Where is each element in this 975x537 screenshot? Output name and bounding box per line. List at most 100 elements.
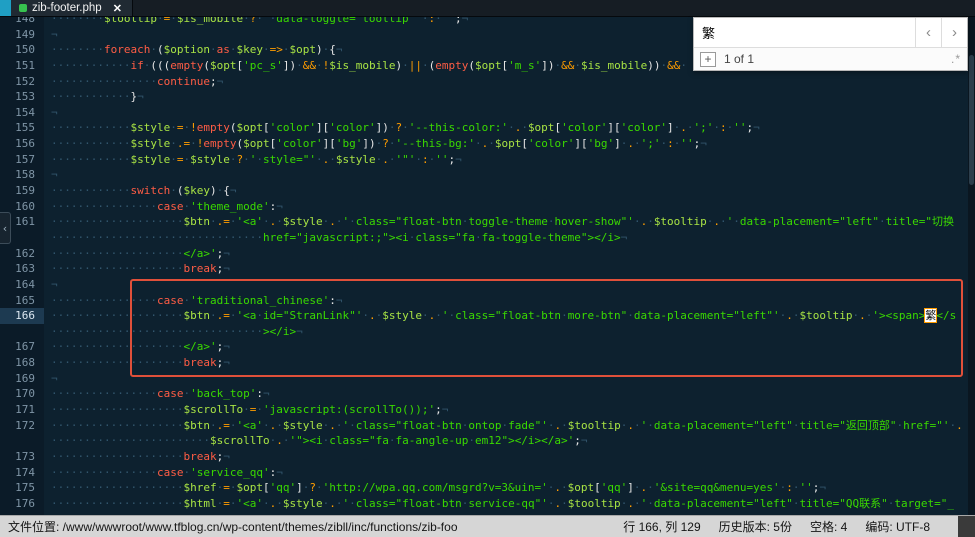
- code-editor[interactable]: 148········$tooltip·=·$is_mobile·?·'·dat…: [0, 17, 975, 515]
- code-text: ············$style·.=·!empty($opt['color…: [44, 136, 707, 152]
- code-row[interactable]: 161····················$btn·.=·'<a'·.·$s…: [0, 214, 975, 230]
- code-row[interactable]: 160················case·'theme_mode':¬: [0, 199, 975, 215]
- code-row[interactable]: 170················case·'back_top':¬: [0, 386, 975, 402]
- code-text: ············$style·=·$style·?·'·style="'…: [44, 152, 462, 168]
- code-text: ····················$href·=·$opt['qq']·?…: [44, 480, 826, 496]
- code-row[interactable]: 153············}¬: [0, 89, 975, 105]
- code-row[interactable]: 152················continue;¬: [0, 74, 975, 90]
- code-row[interactable]: ························$scrollTo·.·'"><…: [0, 433, 975, 449]
- code-row[interactable]: 155············$style·=·!empty($opt['col…: [0, 120, 975, 136]
- line-number: 148: [0, 17, 44, 27]
- line-number: 176: [0, 496, 44, 512]
- line-number: [0, 324, 44, 340]
- tab-bar: zib-footer.php ✕: [0, 0, 975, 17]
- code-row[interactable]: 172····················$btn·.=·'<a'·.·$s…: [0, 418, 975, 434]
- line-number: 164: [0, 277, 44, 293]
- code-text: ························$scrollTo·.·'"><…: [44, 433, 588, 449]
- search-panel: ‹ › + 1 of 1 .*: [693, 17, 968, 71]
- sidebar-collapse-button[interactable]: ‹: [0, 212, 11, 244]
- line-number: 166: [0, 308, 44, 324]
- code-text: ····················break;¬: [44, 355, 230, 371]
- line-number: 151: [0, 58, 44, 74]
- code-text: ····················break;¬: [44, 449, 230, 465]
- line-number: 153: [0, 89, 44, 105]
- code-row[interactable]: 159············switch·($key)·{¬: [0, 183, 975, 199]
- line-number: 149: [0, 27, 44, 43]
- code-row[interactable]: 174················case·'service_qq':¬: [0, 465, 975, 481]
- code-row[interactable]: 176····················$html·=·'<a'·.·$s…: [0, 496, 975, 512]
- line-number: 167: [0, 339, 44, 355]
- line-number: [0, 433, 44, 449]
- line-number: 170: [0, 386, 44, 402]
- code-text: ····················</a>';¬: [44, 339, 230, 355]
- line-number: 152: [0, 74, 44, 90]
- code-row[interactable]: 157············$style·=·$style·?·'·style…: [0, 152, 975, 168]
- code-text: ············if·(((empty($opt['pc_s'])·&&…: [44, 58, 687, 74]
- code-lines: 148········$tooltip·=·$is_mobile·?·'·dat…: [0, 17, 975, 515]
- code-text: ················case·'theme_mode':¬: [44, 199, 283, 215]
- vertical-scrollbar[interactable]: [968, 17, 975, 515]
- code-text: ····················break;¬: [44, 261, 230, 277]
- code-row[interactable]: 166····················$btn·.=·'<a·id="S…: [0, 308, 975, 324]
- code-text: ¬: [44, 105, 58, 121]
- code-row[interactable]: ································></i>¬: [0, 324, 975, 340]
- code-text: ············$style·=·!empty($opt['color'…: [44, 120, 760, 136]
- code-row[interactable]: 167····················</a>';¬: [0, 339, 975, 355]
- close-tab-icon[interactable]: ✕: [113, 2, 122, 15]
- window-accent: [0, 0, 11, 16]
- code-row[interactable]: 168····················break;¬: [0, 355, 975, 371]
- code-text: ········foreach·($option·as·$key·=>·$opt…: [44, 42, 342, 58]
- status-history[interactable]: 历史版本: 5份: [719, 518, 792, 535]
- status-spaces[interactable]: 空格: 4: [810, 518, 847, 535]
- line-number: 162: [0, 246, 44, 262]
- search-input[interactable]: [694, 18, 915, 47]
- code-text: ····················</a>';¬: [44, 246, 230, 262]
- toggle-replace-button[interactable]: +: [700, 52, 716, 67]
- line-number: 150: [0, 42, 44, 58]
- code-text: ································></i>¬: [44, 324, 303, 340]
- status-encoding[interactable]: 编码: UTF-8: [865, 518, 930, 535]
- line-number: 154: [0, 105, 44, 121]
- code-row[interactable]: 156············$style·.=·!empty($opt['co…: [0, 136, 975, 152]
- code-text: ················continue;¬: [44, 74, 223, 90]
- line-number: 171: [0, 402, 44, 418]
- line-number: 157: [0, 152, 44, 168]
- search-input-row: ‹ ›: [694, 18, 967, 47]
- code-text: ····················$btn·.=·'<a'·.·$styl…: [44, 214, 954, 230]
- code-text: ¬: [44, 167, 58, 183]
- code-row[interactable]: 173····················break;¬: [0, 449, 975, 465]
- code-row[interactable]: 165················case·'traditional_chi…: [0, 293, 975, 309]
- code-text: ¬: [44, 371, 58, 387]
- line-number: 165: [0, 293, 44, 309]
- line-number: 158: [0, 167, 44, 183]
- code-text: ················case·'service_qq':¬: [44, 465, 283, 481]
- code-row[interactable]: 171····················$scrollTo·=·'java…: [0, 402, 975, 418]
- regex-toggle-icon[interactable]: .*: [951, 52, 961, 66]
- code-text: ································href="ja…: [44, 230, 627, 246]
- status-menu-button[interactable]: [958, 516, 975, 537]
- code-text: ············}¬: [44, 89, 144, 105]
- search-prev-button[interactable]: ‹: [915, 18, 941, 47]
- code-row[interactable]: 163····················break;¬: [0, 261, 975, 277]
- code-editor-window: zib-footer.php ✕ 148········$tooltip·=·$…: [0, 0, 975, 537]
- php-file-icon: [19, 4, 27, 12]
- code-row[interactable]: ································href="ja…: [0, 230, 975, 246]
- search-next-button[interactable]: ›: [941, 18, 967, 47]
- code-row[interactable]: 169¬: [0, 371, 975, 387]
- line-number: 155: [0, 120, 44, 136]
- code-row[interactable]: 158¬: [0, 167, 975, 183]
- code-row[interactable]: 154¬: [0, 105, 975, 121]
- search-options-row: + 1 of 1 .*: [694, 47, 967, 70]
- line-number: 169: [0, 371, 44, 387]
- line-number: 168: [0, 355, 44, 371]
- code-row[interactable]: 164¬: [0, 277, 975, 293]
- scrollbar-thumb[interactable]: [969, 55, 974, 185]
- code-text: ············switch·($key)·{¬: [44, 183, 237, 199]
- line-number: 175: [0, 480, 44, 496]
- status-right-group: 行 166, 列 129 历史版本: 5份 空格: 4 编码: UTF-8: [623, 516, 975, 537]
- file-location: 文件位置: /www/wwwroot/www.tfblog.cn/wp-cont…: [8, 518, 458, 535]
- status-line-col: 行 166, 列 129: [623, 518, 700, 535]
- code-row[interactable]: 175····················$href·=·$opt['qq'…: [0, 480, 975, 496]
- code-row[interactable]: 162····················</a>';¬: [0, 246, 975, 262]
- tab-zib-footer[interactable]: zib-footer.php ✕: [11, 0, 133, 16]
